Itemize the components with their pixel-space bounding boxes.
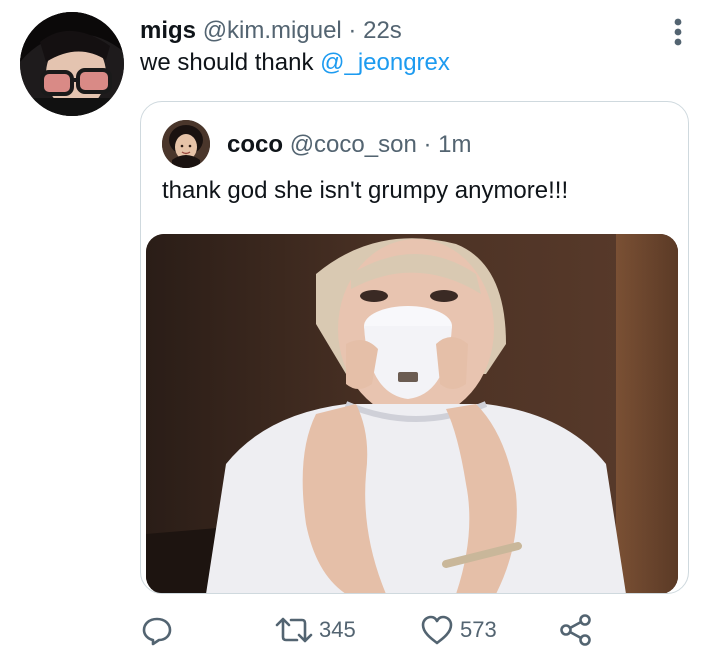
author-avatar[interactable]: [20, 12, 124, 116]
share-icon: [558, 613, 594, 647]
tweet: migs @kim.miguel · 22s we should thank @…: [0, 0, 719, 661]
author-handle[interactable]: @kim.miguel: [203, 17, 342, 44]
quoted-text: thank god she isn't grumpy anymore!!!: [162, 177, 569, 204]
quoted-separator-dot: ·: [423, 131, 432, 158]
tweet-text-body: we should thank: [140, 49, 321, 76]
quoted-author-handle[interactable]: @coco_son: [290, 131, 417, 158]
author-name[interactable]: migs: [140, 17, 196, 44]
separator-dot: ·: [348, 17, 357, 44]
quoted-tweet[interactable]: coco @coco_son · 1m thank god she isn't …: [140, 101, 689, 594]
retweet-icon: [275, 613, 313, 647]
share-button[interactable]: [558, 610, 594, 650]
reply-icon: [140, 613, 174, 647]
tweet-actions: 345 573: [140, 610, 610, 650]
mention-link[interactable]: @_jeongrex: [320, 49, 450, 76]
tweet-text: we should thank @_jeongrex: [140, 46, 450, 80]
like-button[interactable]: 573: [420, 610, 497, 650]
quoted-author-avatar[interactable]: [162, 120, 210, 168]
like-count: 573: [460, 617, 497, 642]
quoted-timestamp[interactable]: 1m: [438, 131, 471, 158]
tweet-timestamp[interactable]: 22s: [363, 17, 402, 44]
quoted-photo[interactable]: [146, 234, 678, 593]
reply-button[interactable]: [140, 610, 174, 650]
retweet-button[interactable]: 345: [275, 610, 356, 650]
like-icon: [420, 613, 454, 647]
quoted-header: coco @coco_son · 1m: [227, 128, 471, 162]
tweet-header: migs @kim.miguel · 22s: [140, 14, 402, 48]
quoted-author-name[interactable]: coco: [227, 131, 283, 158]
more-options-button[interactable]: [664, 16, 692, 48]
retweet-count: 345: [319, 617, 356, 642]
more-icon: [664, 18, 692, 52]
